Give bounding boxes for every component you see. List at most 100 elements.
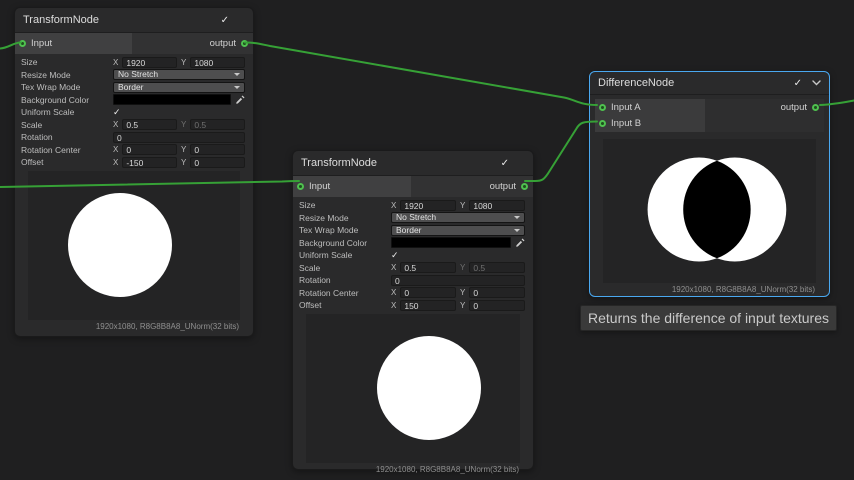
node-tooltip: Returns the difference of input textures [580,305,837,331]
y-axis-label: Y [460,263,465,272]
field-row-tex-wrap-mode: Tex Wrap Mode Border [293,224,533,237]
eyedropper-icon[interactable] [515,238,525,248]
rotation-input[interactable]: 0 [391,275,525,286]
field-label: Resize Mode [21,70,113,80]
node-transform-2[interactable]: TransformNode ✓ Input output Size X 1920… [292,150,534,470]
input-port-label: Input [31,38,52,49]
texture-preview [306,314,520,463]
eyedropper-icon[interactable] [235,95,245,105]
field-row-size: Size X 1920 Y 1080 [15,56,253,69]
dropdown-value: Border [118,83,234,92]
input-a-row: Input A [595,99,705,116]
y-axis-label: Y [460,201,465,210]
rotation-center-x-input[interactable]: 0 [400,287,456,298]
field-row-offset: Offset X -150 Y 0 [15,156,253,169]
preview-enabled-check-icon[interactable]: ✓ [501,158,509,169]
output-port[interactable] [521,183,528,190]
field-row-uniform-scale: Uniform Scale ✓ [293,249,533,262]
node-difference[interactable]: DifferenceNode ✓ Input A Input B [589,71,830,297]
resize-mode-dropdown[interactable]: No Stretch [113,69,245,80]
offset-y-input[interactable]: 0 [469,300,525,311]
output-port[interactable] [812,104,819,111]
input-a-port[interactable] [599,104,606,111]
rotation-center-y-input[interactable]: 0 [469,287,525,298]
rotation-center-y-input[interactable]: 0 [190,144,245,155]
output-port[interactable] [241,40,248,47]
uniform-scale-checkbox[interactable]: ✓ [113,108,121,117]
field-label: Tex Wrap Mode [299,225,391,235]
node-title: TransformNode [23,14,221,26]
input-port-label: Input [309,181,330,192]
field-row-rotation-center: Rotation Center X 0 Y 0 [293,287,533,300]
input-port-row: Input [293,176,411,197]
input-port-row: Input [15,33,132,54]
rotation-input[interactable]: 0 [113,132,245,143]
output-port-label: output [210,38,236,49]
field-label: Scale [299,263,391,273]
texture-preview [28,171,240,320]
node-header[interactable]: TransformNode ✓ [293,151,533,176]
background-color-swatch[interactable] [391,237,511,248]
node-title: DifferenceNode [598,77,794,89]
collapse-chevron-down-icon[interactable] [812,80,821,86]
wire-transform2-output-to-difference-input-b[interactable] [525,122,597,182]
x-axis-label: X [113,145,118,154]
y-axis-label: Y [181,120,186,129]
offset-y-input[interactable]: 0 [190,157,245,168]
x-axis-label: X [391,201,396,210]
size-x-input[interactable]: 1920 [400,200,456,211]
dropdown-caret-icon [234,73,240,76]
texture-preview-circle [68,193,172,297]
texture-info-caption: 1920x1080, R8G8B8A8_UNorm(32 bits) [15,322,239,331]
texture-info-caption: 1920x1080, R8G8B8A8_UNorm(32 bits) [293,465,519,474]
output-port-row: output [132,33,253,54]
node-graph-canvas[interactable]: TransformNode ✓ Input output Size X 1920… [0,0,854,480]
field-label: Resize Mode [299,213,391,223]
x-axis-label: X [391,263,396,272]
scale-x-input[interactable]: 0.5 [400,262,456,273]
field-row-scale: Scale X 0.5 Y 0.5 [15,119,253,132]
node-header[interactable]: TransformNode ✓ [15,8,253,33]
dropdown-value: Border [396,226,514,235]
size-x-input[interactable]: 1920 [122,57,177,68]
uniform-scale-checkbox[interactable]: ✓ [391,251,399,260]
input-b-port-label: Input B [611,118,641,129]
dropdown-caret-icon [514,216,520,219]
field-row-resize-mode: Resize Mode No Stretch [293,212,533,225]
rotation-center-x-input[interactable]: 0 [122,144,177,155]
wire-transform1-output-to-difference-input-a[interactable] [245,43,597,106]
tex-wrap-mode-dropdown[interactable]: Border [391,225,525,236]
preview-enabled-check-icon[interactable]: ✓ [221,15,229,26]
background-color-swatch[interactable] [113,94,231,105]
y-axis-label: Y [460,301,465,310]
scale-x-input[interactable]: 0.5 [122,119,177,130]
input-port[interactable] [19,40,26,47]
input-a-port-label: Input A [611,102,641,113]
x-axis-label: X [113,120,118,129]
field-row-rotation: Rotation 0 [15,131,253,144]
scale-y-input: 0.5 [469,262,525,273]
input-b-row: Input B [595,116,705,133]
field-row-background-color: Background Color [15,94,253,107]
scale-y-input: 0.5 [190,119,245,130]
field-label: Background Color [299,238,391,248]
input-b-port[interactable] [599,120,606,127]
offset-x-input[interactable]: -150 [122,157,177,168]
input-port[interactable] [297,183,304,190]
dropdown-caret-icon [514,229,520,232]
field-row-rotation-center: Rotation Center X 0 Y 0 [15,144,253,157]
node-transform-1[interactable]: TransformNode ✓ Input output Size X 1920… [14,7,254,337]
field-label: Uniform Scale [299,250,391,260]
field-label: Rotation Center [21,145,113,155]
size-y-input[interactable]: 1080 [190,57,245,68]
size-y-input[interactable]: 1080 [469,200,525,211]
resize-mode-dropdown[interactable]: No Stretch [391,212,525,223]
offset-x-input[interactable]: 150 [400,300,456,311]
output-port-label: output [781,102,807,113]
y-axis-label: Y [460,288,465,297]
field-label: Tex Wrap Mode [21,82,113,92]
tex-wrap-mode-dropdown[interactable]: Border [113,82,245,93]
node-header[interactable]: DifferenceNode ✓ [590,72,829,95]
field-label: Scale [21,120,113,130]
preview-enabled-check-icon[interactable]: ✓ [794,78,802,89]
